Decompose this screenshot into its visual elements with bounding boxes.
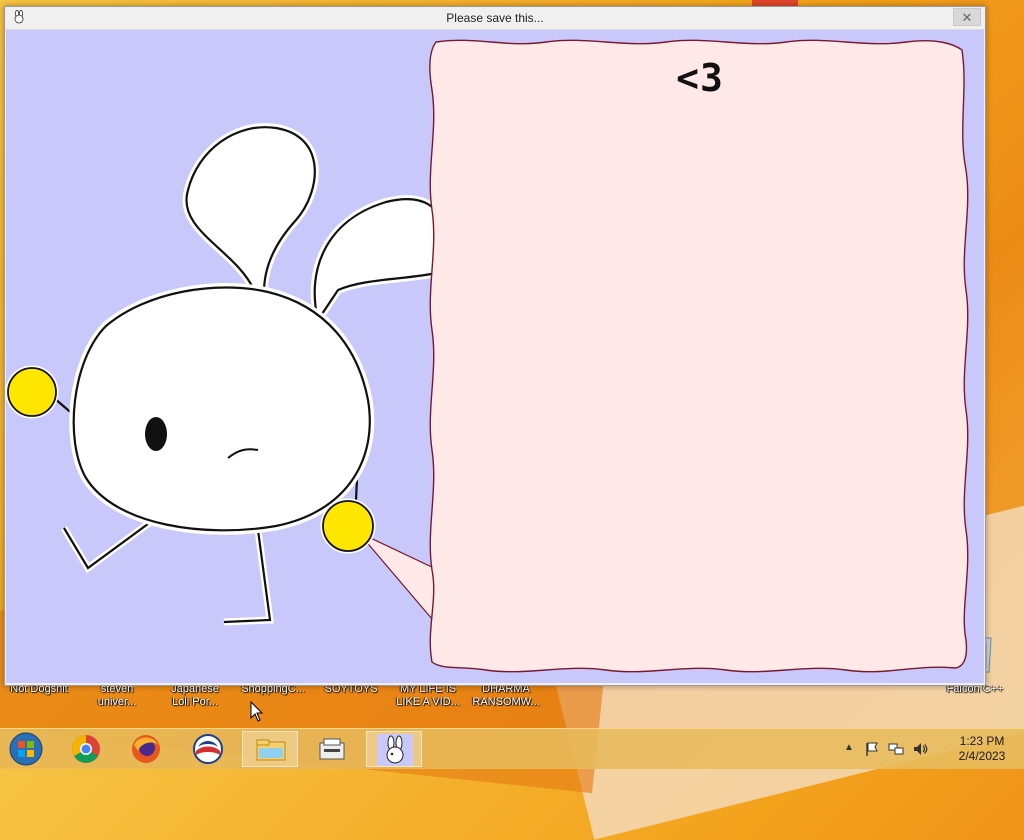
desktop-icon-dharma[interactable]: DHARMA RANSOMW... (467, 683, 545, 709)
action-center-flag-icon[interactable] (864, 741, 880, 757)
show-hidden-icons-icon[interactable]: ▲ (844, 742, 854, 753)
clock-date: 2/4/2023 (958, 749, 1006, 763)
bunny-ear-right (310, 195, 446, 330)
volume-icon[interactable] (912, 741, 928, 757)
close-button[interactable]: ✕ (953, 8, 981, 26)
bunny-ear-left (182, 123, 319, 297)
taskbar-clock[interactable]: 1:23 PM 2/4/2023 (942, 734, 1022, 764)
bunny-head (69, 283, 375, 535)
bunny-leg-left (60, 515, 159, 574)
close-icon: ✕ (961, 10, 973, 25)
desktop-icon-my-life[interactable]: MY LIFE IS LIKE A VID... (389, 683, 467, 709)
printer-app-icon (319, 738, 345, 760)
speech-bubble-tail (357, 531, 439, 628)
system-tray: ▲ 1:23 PM 2/4/2023 (834, 729, 1024, 769)
message-text: <3 (676, 56, 724, 100)
network-icon[interactable] (888, 741, 904, 757)
window-title: Please save this... (446, 11, 544, 25)
taskbar-bunny-app[interactable] (366, 731, 422, 767)
desktop-icon-label-line2: RANSOMW... (472, 696, 540, 708)
bunny-app-icon (377, 734, 413, 766)
taskbar-obama-app[interactable] (180, 731, 236, 767)
mouse-cursor-icon (250, 701, 264, 722)
firefox-icon (132, 735, 160, 763)
app-window: Please save this... ✕ <3 (4, 6, 986, 686)
taskbar: ▲ 1:23 PM 2/4/2023 (0, 728, 1024, 769)
desktop-icon-japanese[interactable]: Japanese Loli Por... (156, 683, 234, 709)
file-explorer-icon (256, 739, 286, 761)
taskbar-chrome[interactable] (58, 731, 114, 767)
desktop-icon-steven-universe[interactable]: steven univer... (78, 683, 156, 709)
taskbar-firefox[interactable] (118, 731, 174, 767)
bunny-eye (145, 417, 167, 451)
desktop-icon-label-line2: univer... (97, 696, 137, 708)
taskbar-file-explorer[interactable] (242, 731, 298, 767)
canvas-area: <3 (6, 30, 984, 683)
bunny-scene (6, 39, 969, 673)
title-bar[interactable]: Please save this... ✕ (5, 7, 985, 30)
clock-time: 1:23 PM (959, 734, 1005, 748)
bunny-leg-right (223, 529, 274, 626)
start-button[interactable] (6, 731, 46, 767)
speech-bubble (429, 39, 969, 673)
desktop-icon-label-line2: LIKE A VID... (396, 696, 460, 708)
desktop-icon-label-line2: Loli Por... (172, 696, 218, 708)
obama-icon (193, 734, 223, 764)
taskbar-printer-app[interactable] (304, 731, 360, 767)
chrome-icon (72, 735, 100, 763)
